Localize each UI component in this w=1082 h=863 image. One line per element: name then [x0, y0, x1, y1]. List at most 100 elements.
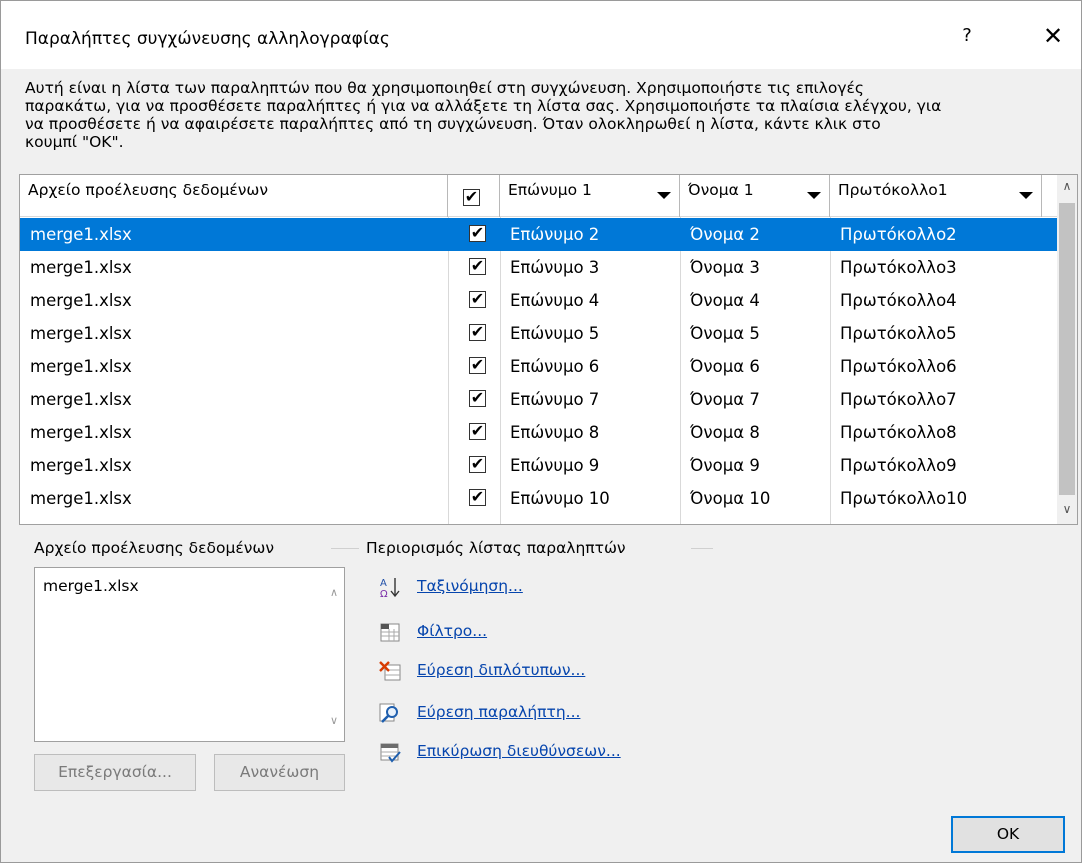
cell-source: merge1.xlsx [30, 324, 132, 343]
mail-merge-recipients-dialog: Παραλήπτες συγχώνευσης αλληλογραφίας ? ✕… [0, 0, 1082, 863]
grid-vertical-scrollbar[interactable]: ∧ ∨ [1057, 175, 1077, 524]
chevron-up-icon[interactable]: ∧ [330, 586, 338, 599]
help-button[interactable]: ? [947, 21, 987, 51]
cell-protocol: Πρωτόκολλο2 [840, 225, 957, 244]
cell-surname: Επώνυμο 7 [510, 390, 600, 409]
select-all-checkbox[interactable]: ✔ [463, 189, 480, 206]
cell-protocol: Πρωτόκολλο10 [840, 489, 968, 508]
cell-name: Όνομα 7 [690, 390, 760, 409]
edit-button[interactable]: Επεξεργασία... [34, 754, 196, 791]
filter-icon [380, 623, 400, 642]
cell-name: Όνομα 3 [690, 258, 760, 277]
row-include-checkbox[interactable]: ✔ [469, 357, 486, 374]
column-header-name[interactable]: Όνομα 1 [680, 175, 830, 217]
cell-name: Όνομα 2 [690, 225, 760, 244]
cell-source: merge1.xlsx [30, 258, 132, 277]
svg-text:Ω: Ω [380, 589, 388, 599]
table-row[interactable]: merge1.xlsx Επώνυμο 7 Όνομα 7 Πρωτόκολλο7 ✔ [20, 383, 1058, 416]
chevron-down-icon[interactable] [1019, 192, 1033, 199]
table-row[interactable]: merge1.xlsx Επώνυμο 10 Όνομα 10 Πρωτόκολλο1… [20, 482, 1058, 515]
dialog-title: Παραλήπτες συγχώνευσης αλληλογραφίας [25, 29, 390, 49]
cell-surname: Επώνυμο 3 [510, 258, 600, 277]
refresh-button[interactable]: Ανανέωση [214, 754, 345, 791]
find-recipient-link-label[interactable]: Εύρεση παραλήπτη... [417, 703, 580, 721]
table-row[interactable]: merge1.xlsx Επώνυμο 3 Όνομα 3 Πρωτόκολλο3 ✔ [20, 251, 1058, 284]
cell-source: merge1.xlsx [30, 456, 132, 475]
table-row[interactable]: merge1.xlsx Επώνυμο 4 Όνομα 4 Πρωτόκολλο4 ✔ [20, 284, 1058, 317]
chevron-down-icon[interactable]: ∨ [330, 714, 338, 727]
validate-addresses-link-label[interactable]: Επικύρωση διευθύνσεων... [417, 742, 621, 760]
cell-surname: Επώνυμο 9 [510, 456, 600, 475]
refine-group-title: Περιορισμός λίστας παραληπτών [366, 539, 632, 557]
row-include-checkbox[interactable]: ✔ [469, 225, 486, 242]
cell-name: Όνομα 10 [690, 489, 771, 508]
cell-surname: Επώνυμο 8 [510, 423, 600, 442]
cell-surname: Επώνυμο 10 [510, 489, 610, 508]
validate-addresses-icon [380, 743, 401, 763]
cell-protocol: Πρωτόκολλο7 [840, 390, 957, 409]
cell-surname: Επώνυμο 4 [510, 291, 600, 310]
column-header-surname-label: Επώνυμο 1 [508, 181, 592, 199]
cell-name: Όνομα 8 [690, 423, 760, 442]
row-include-checkbox[interactable]: ✔ [469, 423, 486, 440]
cell-source: merge1.xlsx [30, 423, 132, 442]
scroll-down-icon[interactable]: ∨ [1057, 502, 1077, 522]
row-include-checkbox[interactable]: ✔ [469, 258, 486, 275]
row-include-checkbox[interactable]: ✔ [469, 489, 486, 506]
instructions-text: Αυτή είναι η λίστα των παραληπτών που θα… [25, 79, 942, 151]
find-duplicates-link-label[interactable]: Εύρεση διπλότυπων... [417, 661, 585, 679]
cell-surname: Επώνυμο 5 [510, 324, 600, 343]
row-include-checkbox[interactable]: ✔ [469, 456, 486, 473]
find-recipient-icon [379, 703, 398, 723]
row-include-checkbox[interactable]: ✔ [469, 291, 486, 308]
cell-source: merge1.xlsx [30, 225, 132, 244]
row-include-checkbox[interactable]: ✔ [469, 324, 486, 341]
group-divider [331, 548, 359, 549]
cell-surname: Επώνυμο 6 [510, 357, 600, 376]
close-button[interactable]: ✕ [1031, 19, 1075, 53]
data-source-group-title: Αρχείο προέλευσης δεδομένων [34, 539, 281, 557]
find-duplicates-icon [379, 661, 401, 681]
cell-source: merge1.xlsx [30, 291, 132, 310]
cell-source: merge1.xlsx [30, 489, 132, 508]
recipients-grid: Αρχείο προέλευσης δεδομένων ✔ Επώνυμο 1 … [19, 174, 1078, 525]
filter-link-label[interactable]: Φίλτρο... [417, 622, 487, 640]
cell-protocol: Πρωτόκολλο8 [840, 423, 957, 442]
table-row[interactable]: merge1.xlsx Επώνυμο 9 Όνομα 9 Πρωτόκολλο9 ✔ [20, 449, 1058, 482]
cell-name: Όνομα 5 [690, 324, 760, 343]
table-row[interactable]: merge1.xlsx Επώνυμο 8 Όνομα 8 Πρωτόκολλο8 ✔ [20, 416, 1058, 449]
scroll-up-icon[interactable]: ∧ [1057, 179, 1077, 199]
sort-link-label[interactable]: Ταξινόμηση... [417, 577, 523, 595]
cell-protocol: Πρωτόκολλο5 [840, 324, 957, 343]
row-include-checkbox[interactable]: ✔ [469, 390, 486, 407]
scroll-thumb[interactable] [1059, 203, 1075, 495]
cell-name: Όνομα 4 [690, 291, 760, 310]
column-header-protocol[interactable]: Πρωτόκολλο1 [830, 175, 1042, 217]
column-header-check[interactable]: ✔ [448, 175, 500, 217]
cell-protocol: Πρωτόκολλο4 [840, 291, 957, 310]
column-header-source-label: Αρχείο προέλευσης δεδομένων [28, 181, 269, 199]
data-source-list[interactable]: merge1.xlsx ∧ ∨ [34, 567, 345, 742]
title-bar: Παραλήπτες συγχώνευσης αλληλογραφίας ? ✕ [1, 1, 1081, 69]
cell-source: merge1.xlsx [30, 390, 132, 409]
chevron-down-icon[interactable] [657, 192, 671, 199]
cell-protocol: Πρωτόκολλο3 [840, 258, 957, 277]
column-header-surname[interactable]: Επώνυμο 1 [500, 175, 680, 217]
table-row[interactable]: merge1.xlsx Επώνυμο 5 Όνομα 5 Πρωτόκολλο5 ✔ [20, 317, 1058, 350]
column-header-name-label: Όνομα 1 [688, 181, 754, 199]
svg-text:A: A [380, 578, 387, 589]
cell-protocol: Πρωτόκολλο6 [840, 357, 957, 376]
cell-surname: Επώνυμο 2 [510, 225, 600, 244]
sort-az-icon: A Ω [380, 578, 400, 599]
cell-source: merge1.xlsx [30, 357, 132, 376]
table-row[interactable]: merge1.xlsx Επώνυμο 6 Όνομα 6 Πρωτόκολλο6 ✔ [20, 350, 1058, 383]
group-divider [691, 548, 713, 549]
ok-button[interactable]: OK [951, 816, 1065, 853]
data-source-item[interactable]: merge1.xlsx [43, 577, 139, 595]
grid-header: Αρχείο προέλευσης δεδομένων ✔ Επώνυμο 1 … [20, 175, 1058, 217]
chevron-down-icon[interactable] [807, 192, 821, 199]
table-row[interactable]: merge1.xlsx Επώνυμο 2 Όνομα 2 Πρωτόκολλο2 ✔ [20, 218, 1058, 251]
cell-protocol: Πρωτόκολλο9 [840, 456, 957, 475]
column-header-source[interactable]: Αρχείο προέλευσης δεδομένων [20, 175, 448, 217]
cell-name: Όνομα 9 [690, 456, 760, 475]
